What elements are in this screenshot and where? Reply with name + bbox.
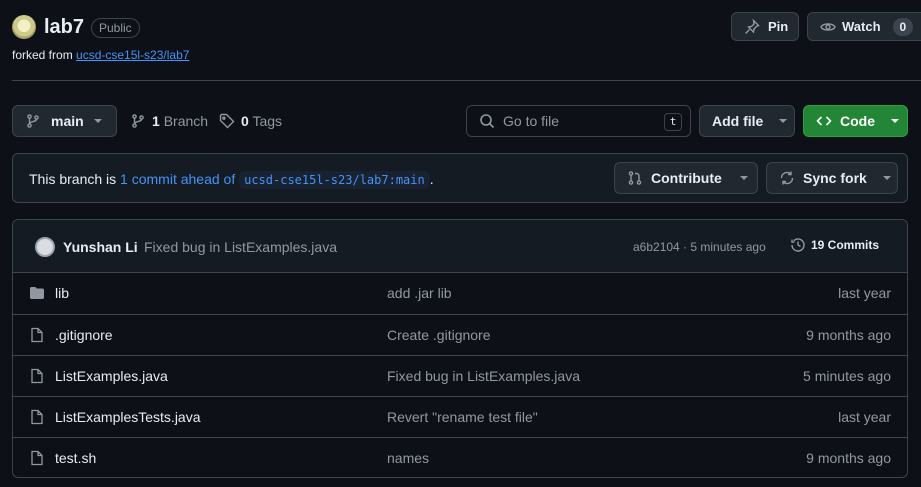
table-row[interactable]: test.sh names 9 months ago — [13, 437, 907, 477]
file-commit-message[interactable]: Create .gitignore — [387, 327, 491, 343]
file-table: Yunshan Li Fixed bug in ListExamples.jav… — [12, 219, 908, 478]
file-name[interactable]: ListExamples.java — [55, 368, 168, 384]
file-date: last year — [838, 285, 891, 301]
file-commit-message[interactable]: names — [387, 450, 429, 466]
chevron-down-icon — [739, 176, 748, 180]
commits-count: 19 Commits — [811, 238, 880, 252]
contribute-label: Contribute — [651, 170, 722, 186]
table-row[interactable]: .gitignore Create .gitignore 9 months ag… — [13, 314, 907, 355]
code-label: Code — [840, 113, 875, 129]
visibility-badge: Public — [91, 18, 140, 38]
avatar[interactable] — [35, 237, 55, 257]
commits-history-link[interactable]: 19 Commits — [790, 237, 879, 253]
branch-selector[interactable]: main — [12, 105, 117, 137]
go-to-file-input[interactable]: Go to file t — [466, 105, 691, 137]
file-name[interactable]: .gitignore — [55, 327, 113, 343]
branch-count-label: Branch — [163, 113, 209, 129]
commits-ahead-link[interactable]: 1 commit ahead of — [120, 171, 235, 187]
tag-count: 0 — [241, 113, 249, 129]
git-branch-icon — [132, 114, 144, 128]
forked-source-link[interactable]: ucsd-cse15l-s23/lab7 — [76, 48, 189, 62]
add-file-button[interactable]: Add file — [699, 105, 795, 137]
upstream-ref[interactable]: ucsd-cse15l-s23/lab7:main — [239, 171, 430, 189]
pin-label: Pin — [768, 19, 789, 34]
forked-prefix: forked from — [12, 48, 73, 62]
branch-status-text: This branch is 1 commit ahead of ucsd-cs… — [29, 170, 434, 189]
sync-fork-button[interactable]: Sync fork — [766, 162, 898, 194]
code-icon — [816, 116, 832, 126]
git-branch-icon — [27, 114, 39, 128]
watch-button[interactable]: Watch 0 — [807, 12, 921, 41]
commit-sha-time[interactable]: a6b2104 · 5 minutes ago — [633, 239, 766, 255]
sync-icon — [780, 171, 794, 185]
table-row[interactable]: ListExamplesTests.java Revert "rename te… — [13, 396, 907, 437]
chevron-down-icon — [891, 119, 899, 123]
pin-button[interactable]: Pin — [731, 12, 799, 41]
repo-owner-avatar[interactable] — [12, 15, 36, 39]
file-name[interactable]: lib — [55, 285, 69, 301]
file-date: 5 minutes ago — [803, 368, 891, 384]
branch-count: 1 — [152, 113, 160, 129]
watch-count: 0 — [892, 17, 914, 36]
repo-name[interactable]: lab7 — [44, 14, 84, 40]
commit-author[interactable]: Yunshan Li — [63, 239, 138, 255]
commit-message[interactable]: Fixed bug in ListExamples.java — [144, 239, 337, 255]
branches-link[interactable]: 1 Branch — [130, 113, 208, 129]
file-icon — [31, 368, 43, 384]
tags-link[interactable]: 0 Tags — [219, 113, 282, 129]
folder-icon — [30, 287, 44, 299]
file-icon — [31, 450, 43, 466]
shortcut-key: t — [664, 113, 682, 131]
header-divider — [12, 80, 921, 81]
forked-from-text: forked from ucsd-cse15l-s23/lab7 — [12, 47, 189, 63]
table-row[interactable]: lib add .jar lib last year — [13, 273, 907, 314]
chevron-down-icon — [93, 119, 102, 123]
file-commit-message[interactable]: add .jar lib — [387, 285, 452, 301]
sync-fork-label: Sync fork — [803, 170, 867, 186]
banner-prefix: This branch is — [29, 171, 117, 187]
file-date: 9 months ago — [806, 450, 891, 466]
file-name[interactable]: ListExamplesTests.java — [55, 409, 201, 425]
chevron-down-icon — [779, 119, 788, 123]
pin-icon — [745, 18, 760, 34]
branch-name: main — [51, 113, 84, 129]
table-row[interactable]: ListExamples.java Fixed bug in ListExamp… — [13, 355, 907, 396]
chevron-down-icon — [882, 176, 891, 180]
tag-icon — [219, 113, 235, 129]
file-icon — [31, 327, 43, 343]
file-commit-message[interactable]: Fixed bug in ListExamples.java — [387, 368, 580, 384]
contribute-button[interactable]: Contribute — [614, 162, 758, 194]
search-placeholder: Go to file — [503, 113, 560, 129]
pull-request-icon — [628, 171, 642, 185]
file-icon — [31, 409, 43, 425]
file-date: last year — [838, 409, 891, 425]
watch-label: Watch — [842, 19, 881, 34]
add-file-label: Add file — [712, 113, 764, 129]
search-icon — [480, 114, 495, 129]
tag-count-label: Tags — [252, 113, 283, 129]
file-name[interactable]: test.sh — [55, 450, 96, 466]
history-icon — [791, 238, 805, 252]
file-date: 9 months ago — [806, 327, 891, 343]
eye-icon — [820, 22, 836, 31]
latest-commit-bar: Yunshan Li Fixed bug in ListExamples.jav… — [13, 220, 907, 273]
file-commit-message[interactable]: Revert "rename test file" — [387, 409, 538, 425]
code-button[interactable]: Code — [803, 105, 908, 137]
banner-suffix: . — [429, 171, 434, 187]
